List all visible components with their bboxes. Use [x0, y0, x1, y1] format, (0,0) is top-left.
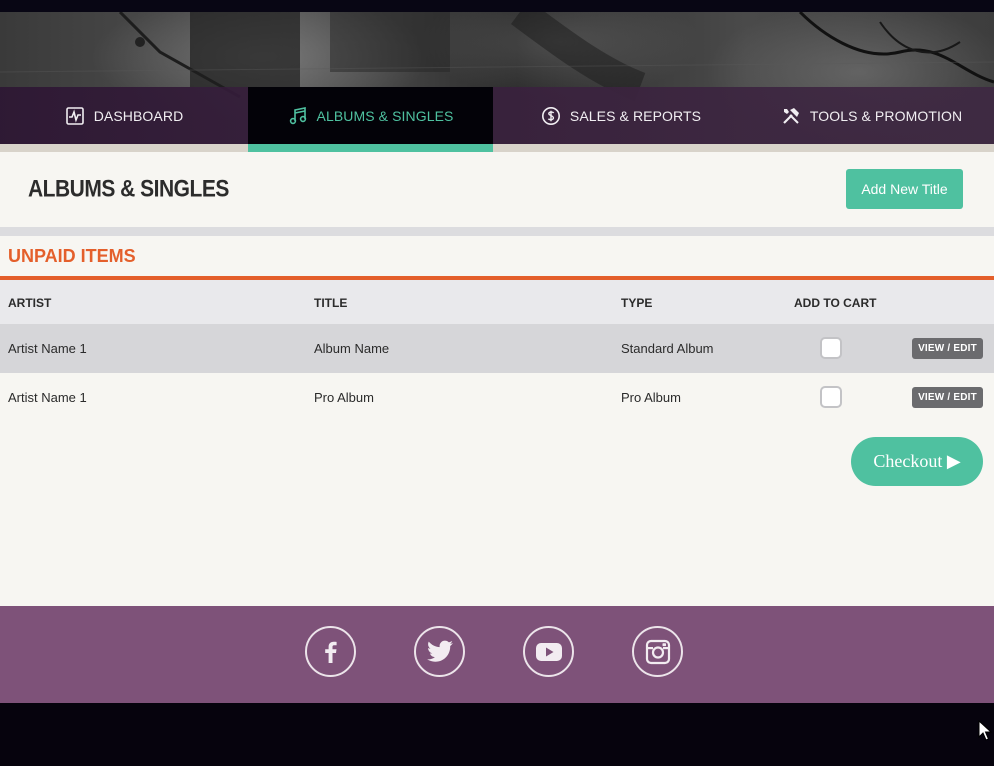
checkout-button[interactable]: Checkout ▶ [851, 437, 983, 486]
tab-dashboard[interactable]: DASHBOARD [0, 87, 248, 144]
footer [0, 606, 994, 703]
cell-title: Pro Album [314, 390, 374, 405]
twitter-icon[interactable] [414, 626, 465, 677]
add-new-title-button[interactable]: Add New Title [846, 169, 963, 209]
cell-title: Album Name [314, 341, 390, 356]
tab-label: SALES & REPORTS [569, 107, 702, 124]
section-divider [0, 227, 994, 236]
mouse-cursor-icon [978, 720, 992, 741]
tab-label: TOOLS & PROMOTION [809, 107, 963, 124]
tools-icon [781, 106, 801, 126]
tab-albums-singles[interactable]: ALBUMS & SINGLES [248, 87, 493, 144]
facebook-icon[interactable] [305, 626, 356, 677]
top-bar [0, 0, 994, 12]
tab-label: DASHBOARD [93, 107, 184, 124]
unpaid-items-heading: UNPAID ITEMS [8, 246, 136, 266]
view-edit-button[interactable]: VIEW / EDIT [912, 338, 983, 359]
page-title: ALBUMS & SINGLES [28, 176, 229, 203]
column-title: TITLE [314, 296, 348, 310]
dollar-icon [541, 106, 561, 126]
main-nav: DASHBOARD ALBUMS & SINGLES SALES & REPOR… [0, 87, 994, 144]
column-artist: ARTIST [8, 296, 52, 310]
cell-type: Pro Album [621, 390, 681, 405]
chart-icon [65, 106, 85, 126]
cell-artist: Artist Name 1 [8, 390, 87, 405]
cell-artist: Artist Name 1 [8, 341, 87, 356]
tab-label: ALBUMS & SINGLES [316, 107, 454, 124]
table-row: Artist Name 1 Pro Album Pro Album VIEW /… [0, 373, 994, 422]
tab-sales-reports[interactable]: SALES & REPORTS [493, 87, 749, 144]
page-bottom [0, 703, 994, 766]
view-edit-button[interactable]: VIEW / EDIT [912, 387, 983, 408]
cell-type: Standard Album [621, 341, 714, 356]
table-row: Artist Name 1 Album Name Standard Album … [0, 324, 994, 373]
tab-tools-promotion[interactable]: TOOLS & PROMOTION [749, 87, 994, 144]
column-add-to-cart: ADD TO CART [794, 296, 877, 310]
column-type: TYPE [621, 296, 653, 310]
active-tab-indicator [248, 144, 493, 152]
nav-strip [0, 144, 994, 152]
main-content: ALBUMS & SINGLES Add New Title UNPAID IT… [0, 152, 994, 606]
add-to-cart-checkbox[interactable] [820, 386, 842, 408]
youtube-icon[interactable] [523, 626, 574, 677]
music-note-icon [288, 106, 308, 126]
table-header: ARTIST TITLE TYPE ADD TO CART [0, 280, 994, 324]
add-to-cart-checkbox[interactable] [820, 337, 842, 359]
instagram-icon[interactable] [632, 626, 683, 677]
